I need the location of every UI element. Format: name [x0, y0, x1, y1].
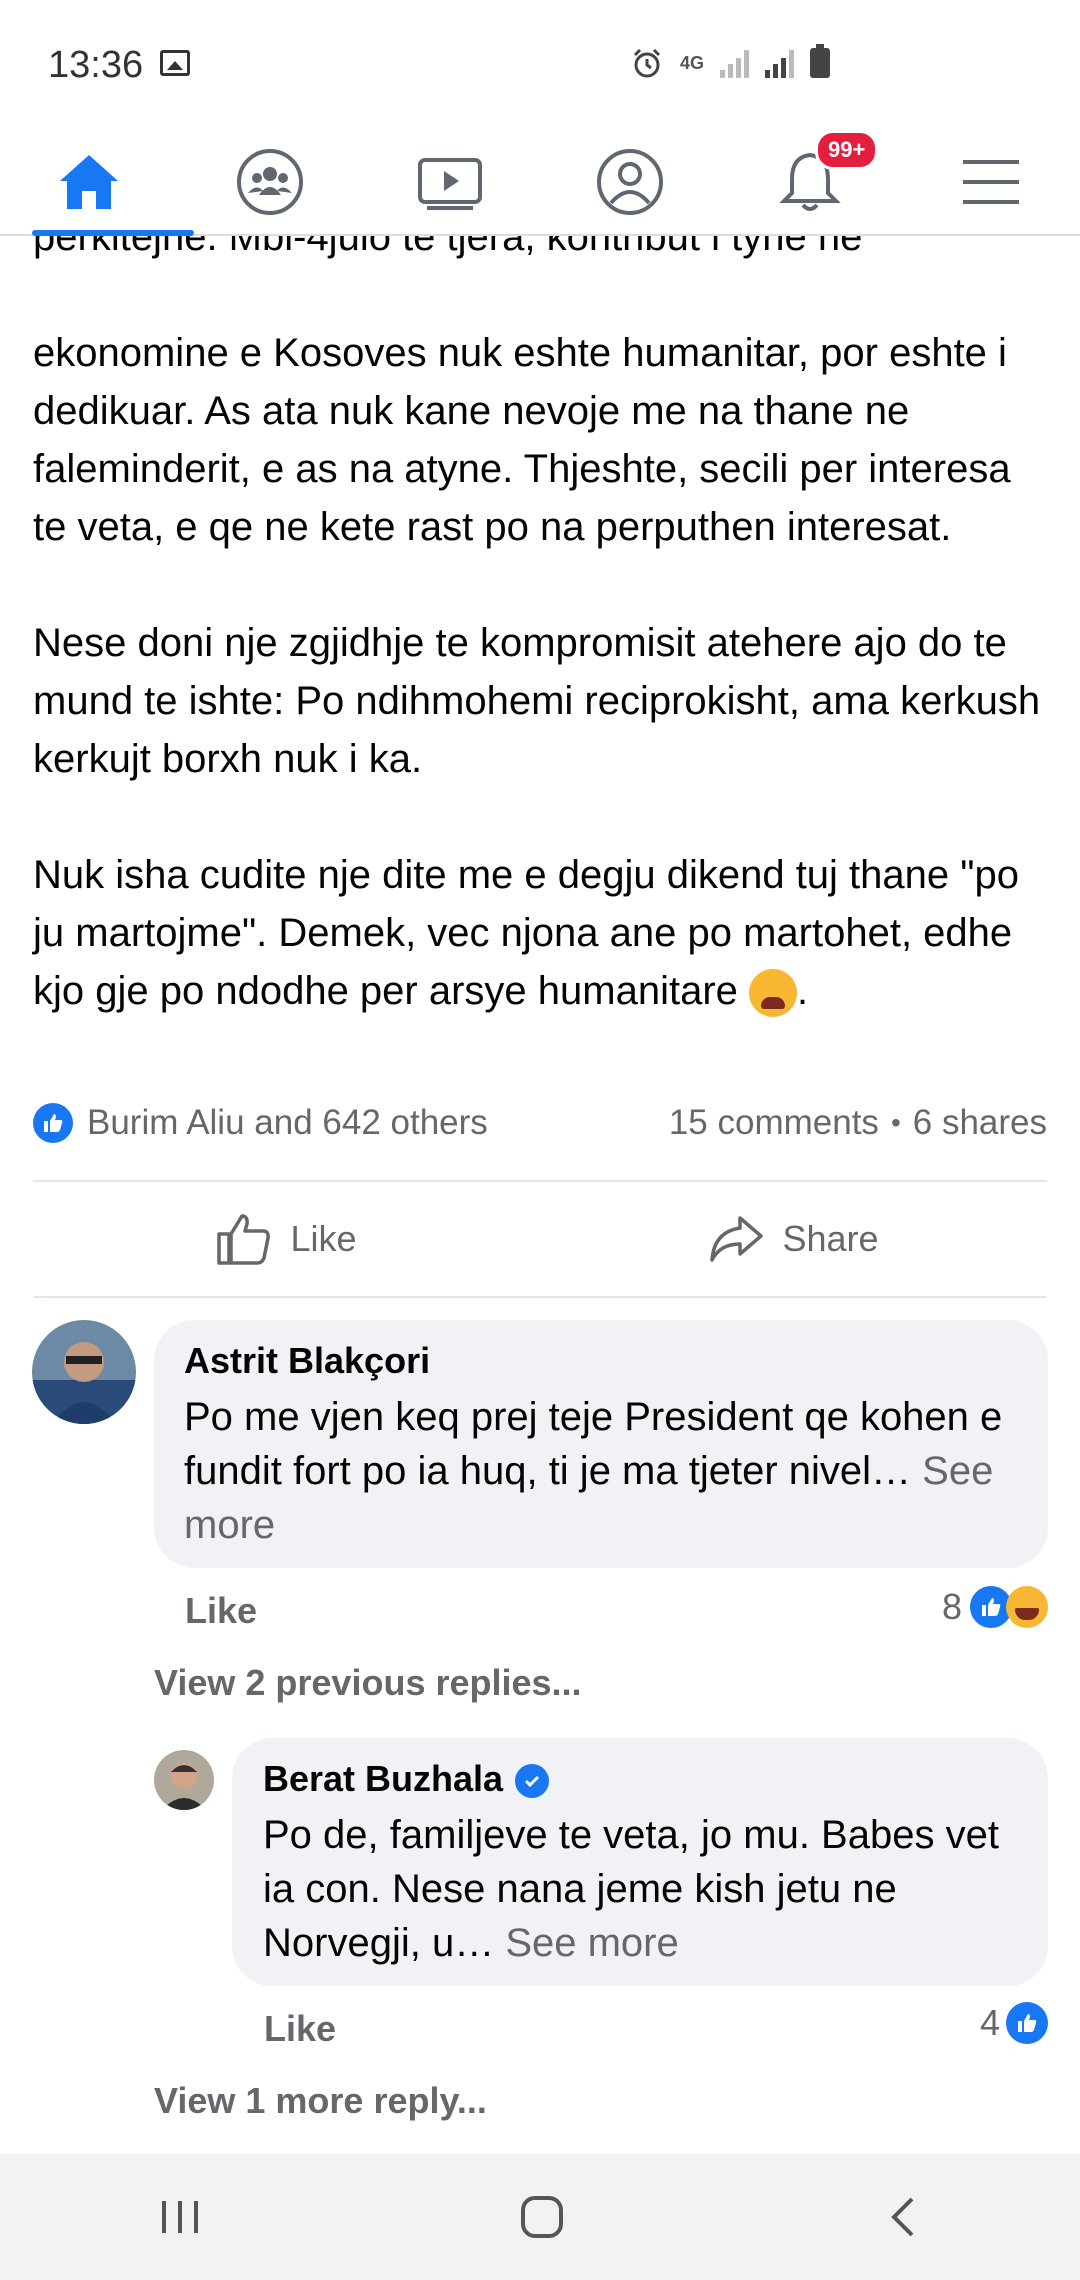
verified-badge-icon	[515, 1764, 550, 1799]
share-button[interactable]: Share	[540, 1182, 1047, 1296]
post-actions: Like Share	[33, 1182, 1047, 1296]
tab-notifications[interactable]: 99+	[745, 130, 879, 234]
status-icons: 4G	[630, 44, 830, 80]
recent-apps-icon[interactable]	[158, 2197, 202, 2237]
battery-icon	[810, 44, 830, 78]
comment-like-button[interactable]: Like	[264, 2008, 336, 2050]
post-paragraph: Nese doni nje zgjidhje te kompromisit at…	[33, 621, 1041, 781]
reaction-count: 8	[941, 1586, 962, 1627]
haha-reaction-icon	[1006, 1586, 1048, 1628]
signal-icon-1	[720, 48, 749, 78]
system-navigation-bar	[0, 2154, 1080, 2280]
network-type: 4G	[679, 52, 704, 73]
home-button-icon[interactable]	[518, 2193, 566, 2241]
top-navigation: 99+	[0, 130, 1080, 236]
like-reaction-icon	[1006, 2002, 1048, 2044]
comment-text: Po de, familjeve te veta, jo mu. Babes v…	[263, 1813, 999, 1965]
active-tab-indicator	[32, 230, 194, 236]
home-icon	[60, 155, 118, 209]
video-icon	[418, 158, 482, 210]
divider	[33, 1296, 1047, 1298]
status-bar: 13:36 4G	[0, 0, 1080, 130]
profile-icon	[597, 149, 663, 215]
comments-count[interactable]: 15 comments	[669, 1103, 879, 1143]
tab-home[interactable]	[24, 130, 194, 236]
comment-author[interactable]: Astrit Blakçori	[184, 1340, 430, 1382]
post-paragraph: Nuk isha cudite nje dite me e degju dike…	[33, 846, 1053, 1020]
like-reaction-icon	[33, 1103, 73, 1143]
comment-text: Po me vjen keq prej teje President qe ko…	[184, 1395, 1003, 1547]
reactions-text: Burim Aliu and 642 others	[87, 1103, 488, 1142]
post-paragraph: ekonomine e Kosoves nuk eshte humanitar,…	[33, 331, 1011, 549]
signal-icon-2	[765, 48, 794, 78]
tab-groups[interactable]	[205, 130, 335, 234]
post-text: perkitejne. Mbi-4julo te tjera, kontribu…	[33, 208, 1053, 1020]
like-button[interactable]: Like	[33, 1182, 540, 1296]
notification-badge: 99+	[815, 130, 879, 170]
share-arrow-icon	[710, 1216, 764, 1262]
comment-reactions[interactable]: 8	[942, 1584, 1048, 1630]
comment-like-button[interactable]: Like	[185, 1590, 257, 1632]
tab-profile[interactable]	[565, 130, 695, 234]
back-icon[interactable]	[882, 2195, 922, 2239]
view-previous-replies[interactable]: View 2 previous replies...	[154, 1662, 582, 1704]
reaction-count: 4	[979, 2002, 1000, 2043]
alarm-icon	[633, 48, 661, 78]
avatar[interactable]	[154, 1750, 214, 1810]
separator-dot: •	[890, 1107, 901, 1138]
see-more-link[interactable]: See more	[505, 1921, 678, 1965]
hamburger-menu-icon	[963, 160, 1019, 204]
comment-author[interactable]: Berat Buzhala	[263, 1758, 550, 1800]
tab-menu[interactable]	[926, 130, 1056, 234]
shares-count[interactable]: 6 shares	[913, 1103, 1047, 1143]
groups-icon	[237, 149, 303, 215]
gallery-notification-icon	[160, 50, 190, 76]
comment-reactions[interactable]: 4	[980, 2002, 1048, 2044]
tab-watch[interactable]	[385, 130, 515, 234]
avatar[interactable]	[32, 1320, 136, 1424]
status-time: 13:36	[48, 44, 144, 86]
reactions-summary[interactable]: Burim Aliu and 642 others 15 comments • …	[33, 1098, 1047, 1148]
thumbs-up-icon	[217, 1214, 271, 1265]
weary-face-emoji-icon	[749, 969, 798, 1018]
view-more-replies[interactable]: View 1 more reply...	[154, 2080, 487, 2122]
